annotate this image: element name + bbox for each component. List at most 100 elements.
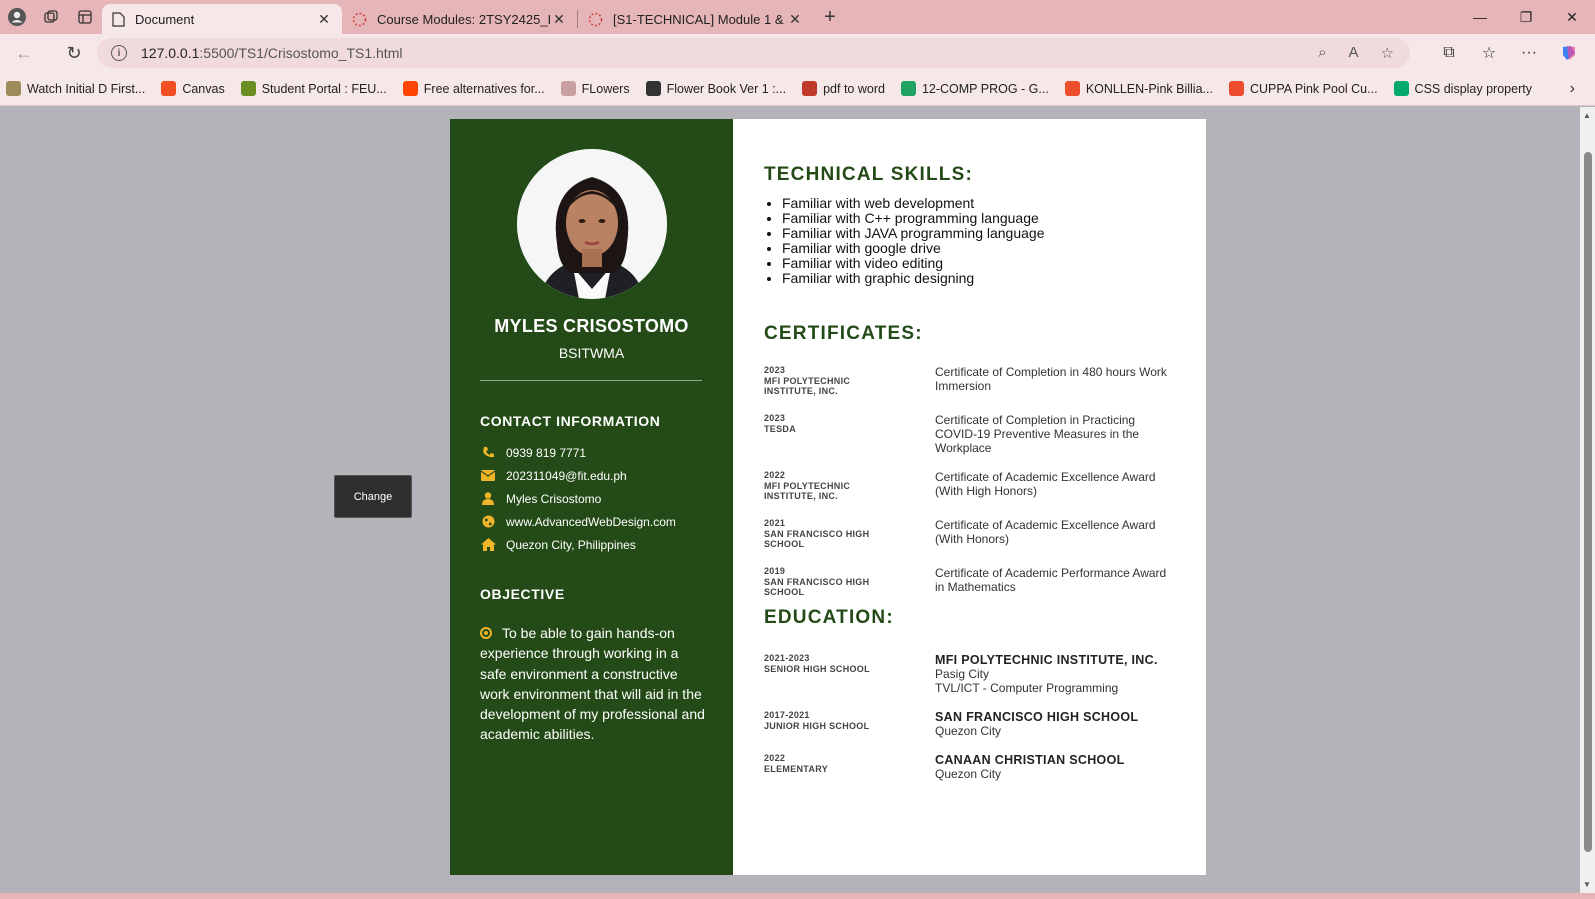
contact-text: Myles Crisostomo — [506, 491, 602, 506]
vertical-tabs-icon — [78, 10, 92, 24]
back-button[interactable]: ← — [6, 34, 42, 72]
restore-button[interactable]: ❐ — [1503, 0, 1549, 34]
contact-heading: CONTACT INFORMATION — [480, 413, 661, 429]
site-info-icon[interactable]: i — [111, 45, 127, 61]
change-button[interactable]: Change — [334, 475, 412, 518]
windows-grid-icon — [161, 81, 177, 96]
address-field[interactable]: i 127.0.0.1:5500/TS1/Crisostomo_TS1.html… — [97, 38, 1410, 68]
bookmark-item[interactable]: Flower Book Ver 1 :... — [645, 81, 787, 96]
sidebar-divider — [480, 380, 702, 381]
certificate-year: 2019 — [764, 566, 786, 576]
vertical-scrollbar[interactable]: ▲ ▼ — [1580, 107, 1595, 893]
education-heading: EDUCATION: — [764, 607, 894, 628]
window-controls: — ❐ ✕ — [1457, 0, 1595, 34]
certificate-year: 2022 — [764, 470, 786, 480]
education-school: MFI POLYTECHNIC INSTITUTE, INC. — [935, 653, 1158, 667]
skill-item: Familiar with google drive — [782, 241, 1045, 256]
certificate-org: MFI POLYTECHNIC INSTITUTE, INC. — [764, 480, 851, 502]
bookmark-item[interactable]: pdf to word — [802, 81, 885, 96]
contact-text: www.AdvancedWebDesign.com — [506, 514, 676, 529]
bookmark-item[interactable]: Watch Initial D First... — [6, 81, 145, 96]
new-tab-button[interactable]: + — [813, 0, 847, 34]
certificate-meta: 2019 SAN FRANCISCO HIGH SCHOOL — [764, 566, 935, 598]
education-location: Quezon City — [935, 724, 1002, 738]
education-meta: 2022 ELEMENTARY — [764, 753, 935, 781]
workspaces-button[interactable] — [34, 0, 68, 34]
favorites-icon[interactable]: ☆ — [1475, 39, 1503, 67]
star-icon[interactable]: ☆ — [1381, 44, 1394, 62]
extensions-icon[interactable]: ⧉ — [1435, 39, 1463, 67]
certificates-heading: CERTIFICATES: — [764, 323, 923, 344]
education-location: Pasig City — [935, 667, 990, 681]
close-icon[interactable]: ✕ — [316, 11, 332, 28]
copilot-icon[interactable] — [1555, 39, 1583, 67]
envelope-icon — [480, 469, 496, 483]
vertical-tabs-button[interactable] — [68, 0, 102, 34]
certificate-title: Certificate of Completion in Practicing … — [935, 413, 1140, 455]
url-host: 127.0.0.1 — [141, 45, 200, 61]
url-text[interactable]: 127.0.0.1:5500/TS1/Crisostomo_TS1.html — [141, 45, 1318, 61]
more-icon[interactable]: ··· — [1515, 39, 1543, 67]
education-entry: 2017-2021 JUNIOR HIGH SCHOOL SAN FRANCISC… — [764, 710, 1174, 738]
certificate-title: Certificate of Academic Excellence Award… — [935, 470, 1156, 498]
scroll-up-icon[interactable]: ▲ — [1583, 111, 1591, 120]
zoom-icon[interactable]: ⌕ — [1318, 44, 1326, 62]
read-aloud-icon[interactable]: A — [1349, 44, 1359, 62]
bookmark-label: Watch Initial D First... — [27, 81, 146, 96]
minimize-button[interactable]: — — [1457, 0, 1503, 34]
bookmark-item[interactable]: CUPPA Pink Pool Cu... — [1228, 81, 1378, 96]
loading-icon — [352, 12, 367, 26]
contact-list: 0939 819 7771 202311049@fit.edu.ph Myles… — [480, 441, 720, 556]
certificate-meta: 2022 MFI POLYTECHNIC INSTITUTE, INC. — [764, 470, 935, 502]
scroll-down-icon[interactable]: ▼ — [1583, 880, 1591, 889]
contact-text: Quezon City, Philippines — [506, 537, 636, 552]
close-icon[interactable]: ✕ — [551, 11, 567, 28]
skill-item: Familiar with video editing — [782, 256, 1045, 271]
resume-course: BSITWMA — [558, 345, 625, 361]
profile-button[interactable] — [0, 0, 34, 34]
bookmark-label: Flower Book Ver 1 :... — [666, 81, 787, 96]
bookmark-item[interactable]: Canvas — [161, 81, 225, 96]
certificate-year: 2021 — [764, 518, 786, 528]
window-close-button[interactable]: ✕ — [1549, 0, 1595, 34]
tab-document[interactable]: Document ✕ — [102, 4, 342, 34]
bookmark-item[interactable]: Free alternatives for... — [402, 81, 545, 96]
objective-text: To be able to gain hands-on experience t… — [480, 625, 705, 743]
objective-heading: OBJECTIVE — [480, 586, 565, 602]
bookmark-item[interactable]: FLowers — [560, 81, 630, 96]
tab-course-modules[interactable]: Course Modules: 2TSY2425_IT006 ✕ — [342, 4, 577, 34]
tab-title: [S1-TECHNICAL] Module 1 & 2 — [613, 11, 787, 27]
bookmark-label: Student Portal : FEU... — [261, 81, 387, 96]
url-path: :5500/TS1/Crisostomo_TS1.html — [199, 45, 403, 61]
skill-item: Familiar with graphic designing — [782, 271, 1045, 286]
education-details: MFI POLYTECHNIC INSTITUTE, INC. Pasig Ci… — [935, 653, 1174, 695]
chevron-right-icon[interactable]: › — [1570, 80, 1575, 98]
bookmark-item[interactable]: 12-COMP PROG - G... — [900, 81, 1049, 96]
close-icon[interactable]: ✕ — [787, 11, 803, 28]
scrollbar-thumb[interactable] — [1584, 152, 1592, 852]
tab-technical-module[interactable]: [S1-TECHNICAL] Module 1 & 2 ✕ — [578, 4, 813, 34]
bookmark-label: pdf to word — [823, 81, 885, 96]
bookmark-label: FLowers — [581, 81, 630, 96]
skill-item: Familiar with JAVA programming language — [782, 226, 1045, 241]
shop-bag-icon — [1228, 81, 1244, 96]
education-level: ELEMENTARY — [764, 763, 829, 774]
refresh-button[interactable]: ↻ — [56, 34, 92, 72]
contact-item-name: Myles Crisostomo — [480, 487, 720, 510]
window-bottom-edge — [0, 893, 1595, 899]
tab-title: Document — [135, 11, 195, 27]
contact-text: 0939 819 7771 — [506, 445, 587, 460]
resume-page: MYLES CRISOSTOMO BSITWMA CONTACT INFORMA… — [450, 119, 1206, 875]
certificate-org: SAN FRANCISCO HIGH SCHOOL — [764, 528, 870, 550]
certificate-entry: 2023 TESDA Certificate of Completion in P… — [764, 413, 1174, 455]
profile-photo — [517, 149, 667, 299]
bookmark-item[interactable]: KONLLEN-Pink Billia... — [1064, 81, 1213, 96]
home-icon — [480, 538, 496, 552]
education-school: SAN FRANCISCO HIGH SCHOOL — [935, 710, 1139, 724]
bookmark-item[interactable]: CSS display property — [1393, 81, 1532, 96]
certificate-year: 2023 — [764, 365, 786, 375]
bookmark-item[interactable]: Student Portal : FEU... — [240, 81, 387, 96]
education-years: 2021-2023 — [764, 653, 810, 663]
contact-item-address: Quezon City, Philippines — [480, 533, 720, 556]
certificate-title: Certificate of Academic Performance Awar… — [935, 566, 1167, 594]
